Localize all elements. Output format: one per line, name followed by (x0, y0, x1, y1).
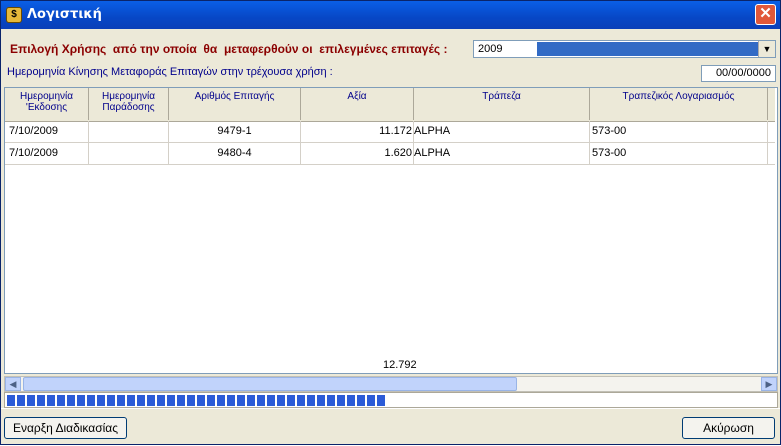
progress-segment (97, 395, 105, 406)
bank-account-cell: 573-00 (590, 121, 768, 142)
progress-segment (67, 395, 75, 406)
progress-segment (237, 395, 245, 406)
window: $ Λογιστική ✕ Επιλογή Χρήσης από την οπο… (0, 0, 781, 445)
progress-segment (207, 395, 215, 406)
progress-segment (377, 395, 385, 406)
bank-cell: ALPHA (414, 143, 590, 164)
progress-segment (287, 395, 295, 406)
bank-account-cell: 573-00 (590, 143, 768, 164)
bank-cell: ALPHA (414, 121, 590, 142)
column-header-amount[interactable]: Αξία (301, 88, 414, 120)
check-number-cell: 9479-1 (169, 121, 301, 142)
progress-segment (117, 395, 125, 406)
progress-segment (257, 395, 265, 406)
issue-date-cell: 7/10/2009 (5, 143, 89, 164)
progress-segment (87, 395, 95, 406)
progress-segment (107, 395, 115, 406)
progress-segment (147, 395, 155, 406)
close-button[interactable]: ✕ (755, 4, 776, 25)
table-row[interactable]: 7/10/2009 9480-4 1.620 ALPHA 573-00 (5, 143, 775, 165)
title-bar[interactable]: $ Λογιστική ✕ (1, 1, 780, 29)
issue-date-cell: 7/10/2009 (5, 121, 89, 142)
close-icon: ✕ (759, 5, 772, 22)
progress-segment (127, 395, 135, 406)
progress-segment (327, 395, 335, 406)
progress-segment (137, 395, 145, 406)
transfer-date-label: Ημερομηνία Κίνησης Μεταφοράς Επιταγών στ… (7, 66, 333, 78)
delivery-date-cell (89, 121, 169, 142)
scroll-left-icon[interactable]: ◀ (5, 377, 21, 391)
column-header-bank[interactable]: Τράπεζα (414, 88, 590, 120)
column-header-check-number[interactable]: Αριθμός Επιταγής (169, 88, 301, 120)
progress-segment (27, 395, 35, 406)
progress-segment (267, 395, 275, 406)
grid-header: Ημερομηνία 'Εκδοσης Ημερομηνία Παράδοσης Α… (5, 88, 775, 122)
fiscal-year-value: 2009 (478, 43, 503, 55)
amount-total: 12.792 (383, 359, 417, 371)
scrollbar-thumb[interactable] (23, 377, 517, 391)
progress-segment (357, 395, 365, 406)
progress-segment (367, 395, 375, 406)
progress-segment (227, 395, 235, 406)
progress-segment (77, 395, 85, 406)
progress-segment (47, 395, 55, 406)
progress-segment (197, 395, 205, 406)
progress-segment (347, 395, 355, 406)
amount-cell: 1.620 (301, 143, 414, 164)
cancel-button[interactable]: Ακύρωση (682, 417, 775, 439)
progress-segment (297, 395, 305, 406)
progress-segment (317, 395, 325, 406)
start-process-button[interactable]: Εναρξη Διαδικασίας (4, 417, 127, 439)
amount-cell: 11.172 (301, 121, 414, 142)
chevron-down-icon[interactable]: ▼ (758, 41, 775, 57)
table-row[interactable]: 7/10/2009 9479-1 11.172 ALPHA 573-00 (5, 121, 775, 143)
progress-segment (177, 395, 185, 406)
delivery-date-cell (89, 143, 169, 164)
progress-segment (167, 395, 175, 406)
progress-segment (217, 395, 225, 406)
progress-segment (277, 395, 285, 406)
progress-segment (37, 395, 45, 406)
selection-highlight (537, 42, 758, 56)
app-icon: $ (6, 7, 22, 23)
progress-segment (17, 395, 25, 406)
progress-segment (307, 395, 315, 406)
column-header-delivery-date[interactable]: Ημερομηνία Παράδοσης (89, 88, 169, 120)
column-header-issue-date[interactable]: Ημερομηνία 'Εκδοσης (5, 88, 89, 120)
progress-segment (157, 395, 165, 406)
scroll-right-icon[interactable]: ▶ (761, 377, 777, 391)
fiscal-year-row: Επιλογή Χρήσης από την οποία θα μεταφερθ… (4, 38, 779, 60)
button-bar: Εναρξη Διαδικασίας Ακύρωση (1, 408, 780, 446)
fiscal-year-label: Επιλογή Χρήσης από την οποία θα μεταφερθ… (10, 42, 448, 56)
horizontal-scrollbar[interactable]: ◀ ▶ (4, 376, 778, 392)
progress-segment (337, 395, 345, 406)
progress-segment (57, 395, 65, 406)
progress-segment (187, 395, 195, 406)
progress-segment (7, 395, 15, 406)
column-header-bank-account[interactable]: Τραπεζικός Λογαριασμός (590, 88, 768, 120)
checks-grid[interactable]: Ημερομηνία 'Εκδοσης Ημερομηνία Παράδοσης Α… (4, 87, 778, 374)
transfer-date-field[interactable]: 00/00/0000 (701, 65, 776, 82)
progress-bar (4, 392, 778, 408)
window-title: Λογιστική (27, 7, 102, 22)
progress-segment (247, 395, 255, 406)
check-number-cell: 9480-4 (169, 143, 301, 164)
fiscal-year-select[interactable]: 2009 ▼ (473, 40, 776, 58)
